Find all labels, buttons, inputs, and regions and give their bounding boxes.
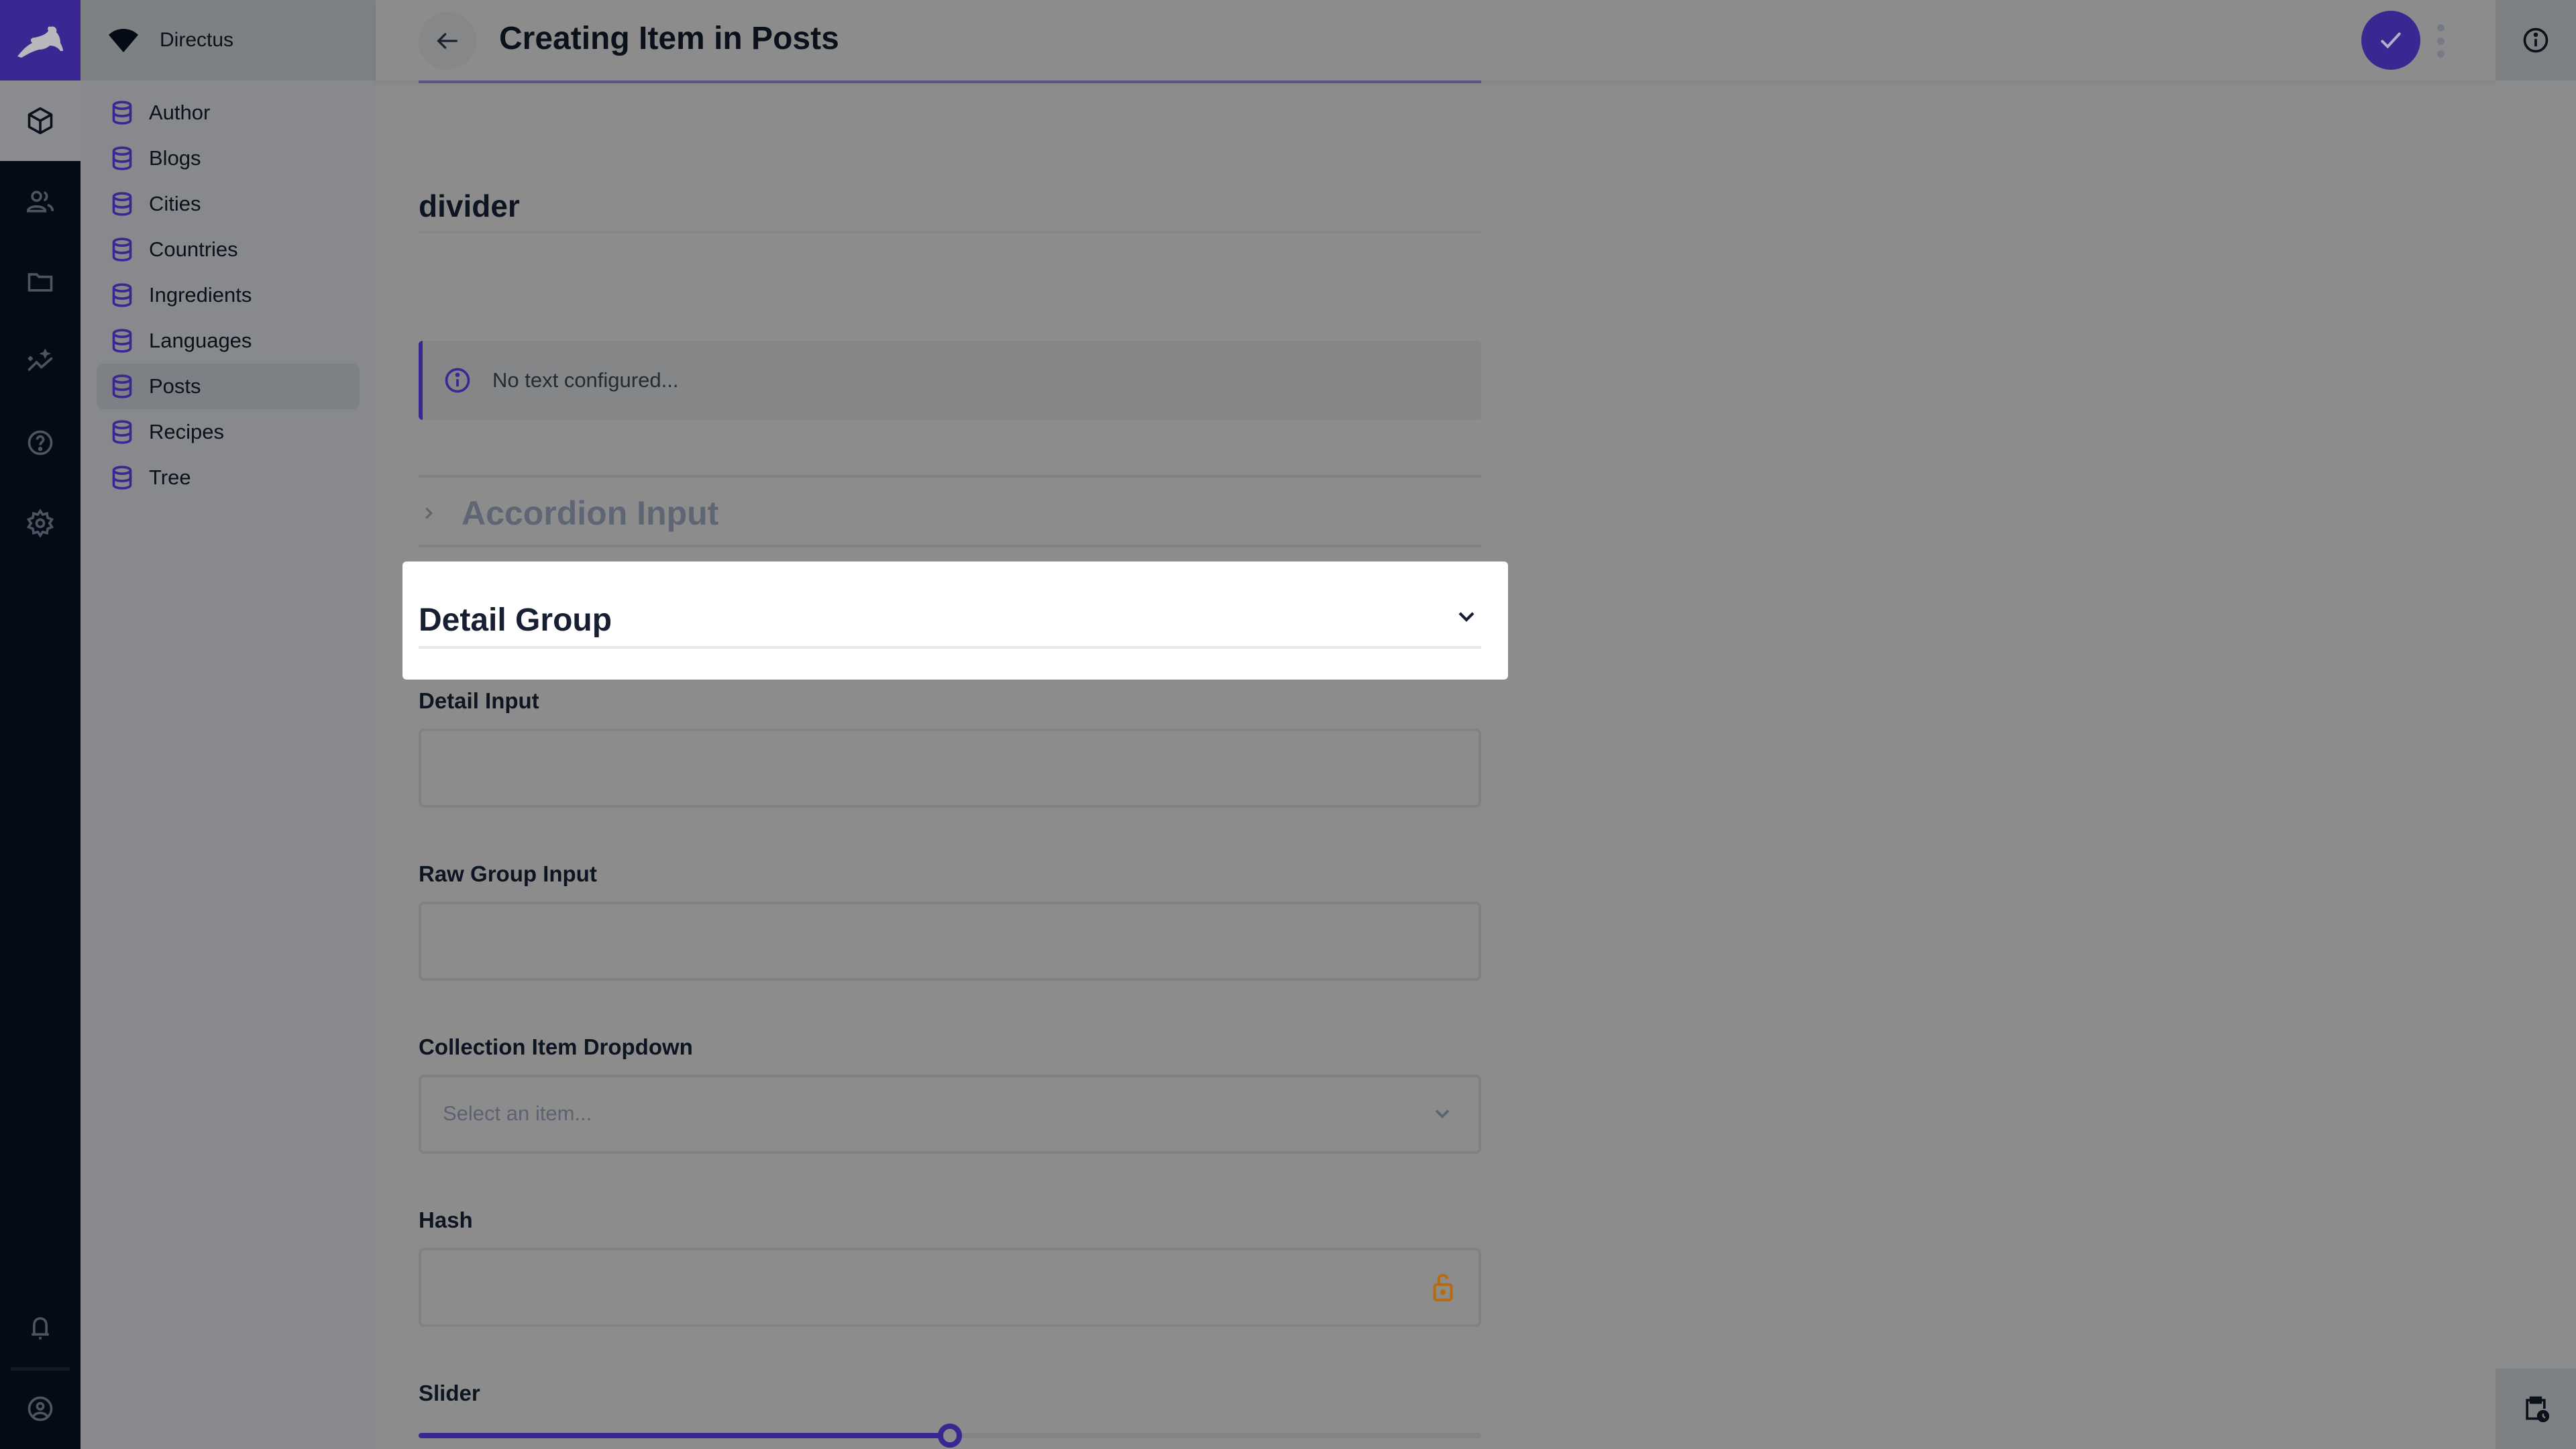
directus-logo[interactable] — [0, 0, 80, 80]
save-button[interactable] — [2361, 11, 2420, 70]
arrow-left-icon — [437, 33, 458, 49]
sidebar-item-author[interactable]: Author — [97, 90, 360, 136]
sidebar-item-ingredients[interactable]: Ingredients — [97, 272, 360, 318]
bell-icon — [32, 1317, 49, 1340]
database-icon — [112, 283, 132, 307]
raw-group-input-label: Raw Group Input — [419, 861, 597, 886]
collection-item-dropdown-label: Collection Item Dropdown — [419, 1034, 693, 1059]
page-title: Creating Item in Posts — [499, 21, 839, 56]
more-vert-icon — [2436, 24, 2445, 32]
rabbit-logo-icon — [17, 26, 63, 58]
hash-input[interactable] — [419, 1248, 1481, 1327]
gear-icon — [26, 508, 54, 538]
module-files[interactable] — [0, 241, 80, 322]
notice-text: No text configured... — [492, 368, 679, 392]
sidebar-item-label: Blogs — [149, 146, 201, 170]
sidebar-item-label: Countries — [149, 237, 238, 261]
collections-list: Author Blogs Cities Countries Ingredients Lan… — [80, 80, 376, 500]
account-icon — [28, 1396, 53, 1421]
sidebar-right — [2496, 0, 2576, 1449]
header-bar: Creating Item in Posts — [376, 0, 2496, 80]
module-settings[interactable] — [0, 483, 80, 564]
check-icon — [2381, 32, 2401, 49]
collection-item-dropdown[interactable]: Select an item... — [419, 1075, 1481, 1154]
info-icon — [445, 368, 470, 393]
sidebar-item-label: Tree — [149, 466, 191, 489]
accordion-divider-bottom — [419, 545, 1481, 547]
main-content: Creating Item in Posts divider No text c… — [376, 0, 2496, 1449]
raw-group-input[interactable] — [419, 902, 1481, 981]
back-button[interactable] — [419, 12, 476, 70]
sidebar-item-label: Author — [149, 101, 211, 124]
sidebar-item-posts[interactable]: Posts — [97, 364, 360, 409]
slider-fill — [419, 1433, 950, 1438]
divider-title: divider — [419, 189, 520, 223]
lock-open-icon — [1433, 1273, 1453, 1301]
module-insights[interactable] — [0, 322, 80, 402]
module-bar — [0, 0, 80, 1449]
hash-label: Hash — [419, 1208, 473, 1232]
more-options-button[interactable] — [2432, 24, 2449, 58]
users-icon — [26, 191, 54, 213]
folder-icon — [28, 273, 53, 292]
database-icon — [112, 329, 132, 353]
info-button[interactable] — [2496, 0, 2576, 80]
revisions-button[interactable] — [2496, 1368, 2576, 1449]
accordion-divider-top — [419, 475, 1481, 478]
notice-box: No text configured... — [419, 341, 1481, 420]
sidebar-item-languages[interactable]: Languages — [97, 318, 360, 364]
sidebar-item-countries[interactable]: Countries — [97, 227, 360, 272]
box-icon — [28, 107, 53, 135]
project-switcher[interactable]: Directus — [80, 0, 376, 80]
user-profile-button[interactable] — [0, 1368, 80, 1449]
project-signal-icon — [109, 29, 138, 52]
chevron-down-icon — [1435, 1110, 1450, 1119]
info-icon — [2523, 28, 2548, 53]
sidebar-item-tree[interactable]: Tree — [97, 455, 360, 500]
database-icon — [112, 466, 132, 490]
slider-track[interactable] — [419, 1424, 1481, 1448]
module-help[interactable] — [0, 402, 80, 483]
navigation-sidebar: Directus Author Blogs Cities Countries Ingre… — [80, 0, 376, 1449]
help-icon — [28, 430, 53, 455]
divider-line — [419, 231, 1481, 233]
dropdown-placeholder: Select an item... — [443, 1102, 592, 1125]
database-icon — [112, 192, 132, 216]
sidebar-item-label: Ingredients — [149, 283, 252, 307]
detail-input[interactable] — [419, 729, 1481, 808]
sidebar-item-recipes[interactable]: Recipes — [97, 409, 360, 455]
clipboard-clock-icon — [2526, 1396, 2550, 1423]
sidebar-item-label: Recipes — [149, 420, 224, 443]
slider-thumb[interactable] — [938, 1424, 962, 1448]
sidebar-item-label: Posts — [149, 374, 201, 398]
database-icon — [112, 101, 132, 125]
chevron-down-icon — [1458, 612, 1474, 622]
slider-label: Slider — [419, 1381, 480, 1405]
insights-icon — [28, 348, 53, 371]
module-users[interactable] — [0, 161, 80, 241]
sidebar-item-label: Languages — [149, 329, 252, 352]
database-icon — [112, 237, 132, 262]
detail-group-title: Detail Group — [419, 602, 612, 638]
database-icon — [112, 146, 132, 170]
accordion-input[interactable]: Accordion Input — [419, 480, 1481, 546]
database-icon — [112, 374, 132, 398]
sidebar-item-label: Cities — [149, 192, 201, 215]
sidebar-item-blogs[interactable]: Blogs — [97, 136, 360, 181]
accordion-title: Accordion Input — [462, 494, 719, 532]
chevron-right-icon — [425, 507, 433, 519]
detail-group-header[interactable]: Detail Group — [402, 561, 1508, 680]
module-content[interactable] — [0, 80, 80, 161]
detail-group-divider — [419, 646, 1481, 649]
project-name: Directus — [160, 29, 234, 51]
notifications-button[interactable] — [0, 1288, 80, 1368]
detail-input-label: Detail Input — [419, 688, 539, 713]
database-icon — [112, 420, 132, 444]
sidebar-item-cities[interactable]: Cities — [97, 181, 360, 227]
header-accent-line — [419, 80, 1481, 83]
